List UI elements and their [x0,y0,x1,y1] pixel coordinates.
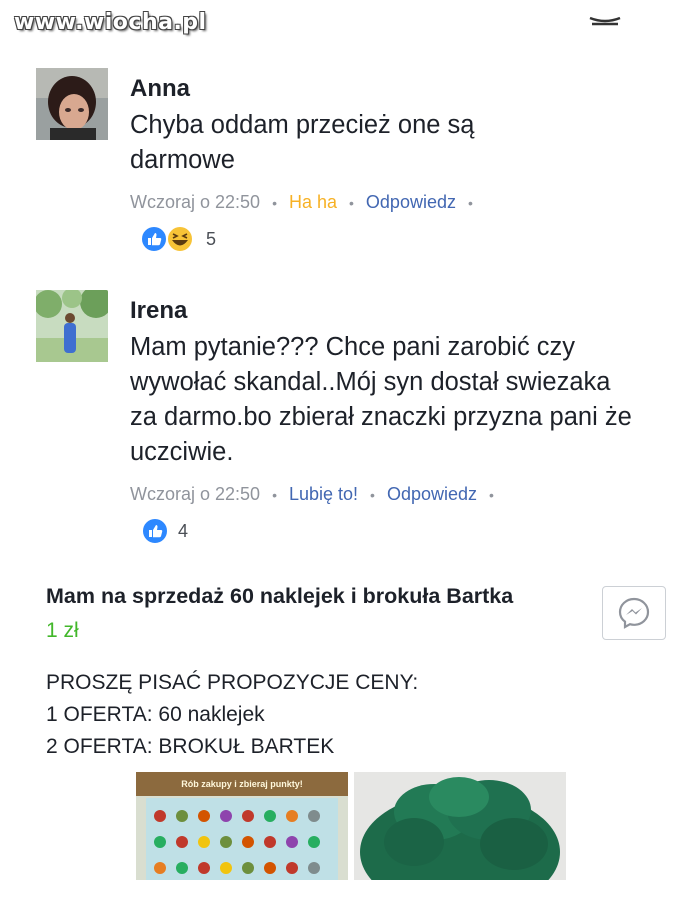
description-line: PROSZĘ PISAĆ PROPOZYCJE CENY: [46,671,419,694]
reaction-icons [140,225,194,253]
listing-price: 1 zł [46,619,79,642]
reply-button[interactable]: Odpowiedz [366,190,456,214]
listing-description: PROSZĘ PISAĆ PROPOZYCJE CENY: 1 OFERTA: … [46,667,606,763]
comment-text: Chyba oddam przecież one są darmowe [130,111,475,174]
avatar[interactable] [36,68,108,140]
like-button[interactable]: Lubię to! [289,482,358,506]
reaction-button[interactable]: Ha ha [289,190,337,214]
messenger-button[interactable] [602,586,666,640]
comment-timestamp[interactable]: Wczoraj o 22:50 [130,190,260,214]
reaction-count: 4 [178,520,189,541]
listing-title[interactable]: Mam na sprzedaż 60 naklejek i brokuła Ba… [46,582,606,610]
comment-author[interactable]: Anna [130,74,650,104]
comment-timestamp[interactable]: Wczoraj o 22:50 [130,482,260,506]
like-icon [140,225,168,253]
reaction-icons [141,517,169,545]
haha-icon [166,225,194,253]
description-line: 2 OFERTA: BROKUŁ BARTEK [46,735,335,758]
reply-button[interactable]: Odpowiedz [387,482,477,506]
comment-text: Mam pytanie??? Chce pani zarobić czy wyw… [130,333,632,466]
reaction-count: 5 [206,228,217,249]
listing-photo-stickers[interactable]: Rób zakupy i zbieraj punkty! [136,772,348,880]
reaction-summary[interactable]: 5 [140,224,216,254]
description-line: 1 OFERTA: 60 naklejek [46,703,265,726]
reaction-summary[interactable]: 4 [140,516,188,546]
marketplace-listing: Mam na sprzedaż 60 naklejek i brokuła Ba… [46,582,606,763]
listing-photo-broccoli[interactable] [354,772,566,880]
avatar[interactable] [36,290,108,362]
comment-meta: Wczoraj o 22:50 • Lubię to! • Odpowiedz • [130,482,494,506]
site-watermark: www.wiocha.pl [14,10,207,35]
messenger-icon [618,597,650,629]
like-icon [141,517,169,545]
comment-meta: Wczoraj o 22:50 • Ha ha • Odpowiedz • [130,190,473,214]
comment-author[interactable]: Irena [130,296,650,326]
poster-text: Rób zakupy i zbieraj punkty! [181,779,303,789]
menu-icon[interactable] [588,10,622,28]
